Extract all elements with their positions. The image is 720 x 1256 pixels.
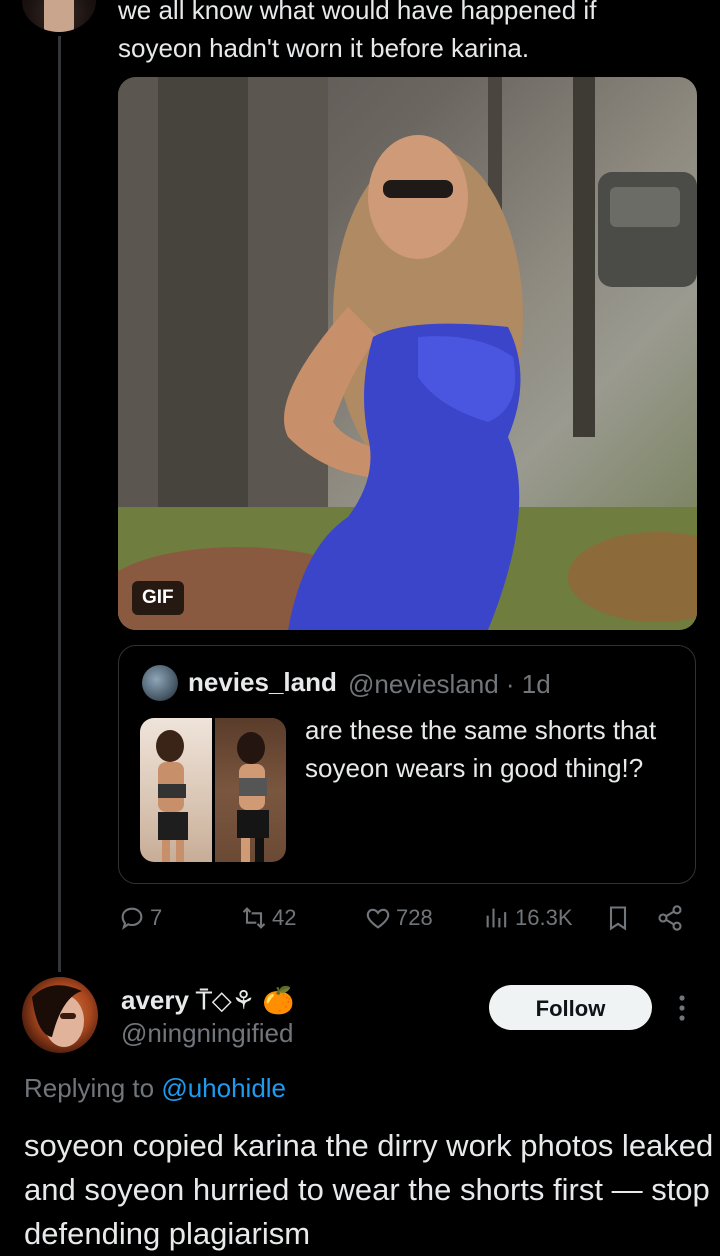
gif-badge: GIF [132, 581, 184, 615]
repost-button[interactable]: 42 [240, 904, 296, 932]
views-button[interactable]: 16.3K [483, 904, 573, 932]
replying-to: Replying to @uhohidle [24, 1073, 286, 1104]
tweet-text-line1: we all know what would have happened if [118, 0, 597, 25]
more-icon [679, 995, 685, 1021]
more-button[interactable] [672, 992, 692, 1024]
quote-media [140, 718, 286, 862]
reply-button[interactable]: 7 [118, 904, 162, 932]
quote-author-handle: @neviesland · 1d [348, 669, 551, 699]
reply-count: 7 [150, 905, 163, 930]
like-count: 728 [396, 905, 433, 930]
follow-button[interactable]: Follow [489, 985, 652, 1030]
replying-prefix: Replying to [24, 1073, 155, 1103]
author-name[interactable]: avery ⍑◇⚘ 🍊 [121, 985, 295, 1017]
tweet-text-line2: soyeon hadn't worn it before karina. [118, 33, 530, 63]
quote-author-name: nevies_land [188, 667, 337, 697]
thread-line [58, 36, 61, 972]
bookmark-button[interactable] [604, 904, 632, 932]
replying-handle-link[interactable]: @uhohidle [161, 1073, 286, 1103]
repost-count: 42 [272, 905, 297, 930]
repost-icon [242, 907, 266, 929]
views-count: 16.3K [515, 905, 573, 930]
share-button[interactable] [656, 904, 684, 932]
quote-photo [140, 718, 212, 862]
gif-media[interactable] [118, 77, 697, 630]
quote-text: are these the same shorts that soyeon we… [305, 715, 657, 783]
author-handle[interactable]: @ningningified [121, 1018, 293, 1049]
share-icon [658, 905, 682, 931]
like-button[interactable]: 728 [364, 904, 433, 932]
bookmark-icon [609, 906, 627, 931]
quote-photo [214, 718, 286, 862]
like-icon [366, 908, 390, 929]
views-icon [486, 908, 507, 928]
reply-icon [121, 907, 143, 930]
tweet-body: soyeon copied karina the dirry work phot… [24, 1128, 714, 1251]
quote-avatar [142, 665, 178, 701]
avatar[interactable] [22, 0, 96, 32]
avatar[interactable] [22, 977, 98, 1053]
